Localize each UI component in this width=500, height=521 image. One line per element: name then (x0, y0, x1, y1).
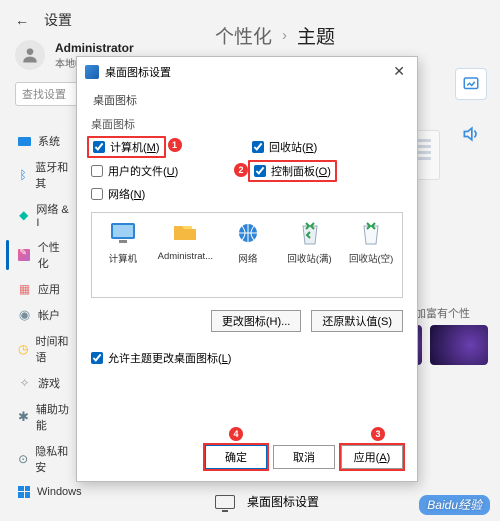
dialog-subtitle: 桌面图标 (77, 86, 417, 110)
breadcrumb-separator: › (282, 27, 287, 44)
sidebar-item-gaming[interactable]: ✧游戏 (0, 370, 80, 396)
image-icon[interactable] (455, 68, 487, 100)
settings-title: 设置 (44, 10, 72, 30)
network-icon: ◆ (18, 209, 29, 222)
dialog-icon (85, 65, 99, 79)
sidebar-item-time[interactable]: ◷时间和语 (0, 328, 80, 370)
volume-icon[interactable] (455, 118, 487, 150)
bluetooth-icon: ᛒ (18, 169, 28, 182)
breadcrumb-parent[interactable]: 个性化 (215, 22, 272, 49)
watermark: Baidu经验 (419, 495, 490, 515)
user-name: Administrator (55, 41, 134, 55)
time-icon: ◷ (18, 343, 28, 356)
desktop-icon-dialog: 桌面图标设置 ✕ 桌面图标 桌面图标 计算机(M) 1 回收站(R) 用户的文件… (76, 56, 418, 482)
system-icon (18, 135, 31, 148)
badge-1: 1 (168, 138, 182, 152)
icon-network[interactable]: 网络 (221, 219, 275, 265)
icon-recycle-empty[interactable]: 回收站(空) (344, 219, 398, 265)
breadcrumb-current: 主题 (297, 22, 335, 49)
restore-defaults-button[interactable]: 还原默认值(S) (311, 310, 403, 332)
sidebar-item-personalization[interactable]: 个性化 (0, 234, 80, 276)
checkbox-computer[interactable]: 计算机(M) 1 (91, 138, 242, 156)
close-icon[interactable]: ✕ (389, 63, 409, 80)
sidebar-item-windows[interactable]: Windows (0, 480, 80, 503)
sidebar-item-bluetooth[interactable]: ᛒ蓝牙和其 (0, 154, 80, 196)
sidebar-item-accessibility[interactable]: ✱辅助功能 (0, 396, 80, 438)
accounts-icon: ◉ (18, 309, 31, 322)
windows-icon (18, 485, 30, 498)
ok-button[interactable]: 确定 (205, 445, 267, 469)
monitor-icon (215, 495, 235, 509)
dialog-title: 桌面图标设置 (105, 64, 171, 80)
desktop-icon-settings-link[interactable]: 桌面图标设置 (215, 493, 319, 510)
sidebar-item-apps[interactable]: ▦应用 (0, 276, 80, 302)
back-arrow-icon[interactable]: ← (15, 12, 29, 28)
allow-theme-checkbox[interactable]: 允许主题更改桌面图标(L) (77, 336, 417, 372)
icon-preview-box: 计算机 Administrat... 网络 回收站(满) 回收站(空) (91, 212, 403, 298)
sidebar-item-privacy[interactable]: ⊙隐私和安 (0, 438, 80, 480)
privacy-icon: ⊙ (18, 453, 28, 466)
checkbox-recycle[interactable]: 回收站(R) (252, 138, 403, 156)
gaming-icon: ✧ (18, 377, 31, 390)
personalization-icon (18, 249, 31, 262)
checkbox-cpanel[interactable]: 2 控制面板(O) (252, 162, 403, 180)
avatar-icon (15, 40, 45, 70)
theme-thumb[interactable] (430, 325, 488, 365)
cancel-button[interactable]: 取消 (273, 445, 335, 469)
apply-button[interactable]: 应用(A) (341, 445, 403, 469)
icon-recycle-full[interactable]: 回收站(满) (283, 219, 337, 265)
checkbox-network[interactable]: 网络(N) (91, 186, 242, 202)
badge-4: 4 (229, 427, 243, 441)
sidebar-item-accounts[interactable]: ◉帐户 (0, 302, 80, 328)
badge-2: 2 (234, 163, 248, 177)
sidebar-item-system[interactable]: 系统 (0, 128, 80, 154)
icon-admin[interactable]: Administrat... (158, 219, 213, 262)
icon-computer[interactable]: 计算机 (96, 219, 150, 265)
checkbox-userfiles[interactable]: 用户的文件(U) (91, 162, 242, 180)
badge-3: 3 (371, 427, 385, 441)
sidebar-item-network[interactable]: ◆网络 & I (0, 196, 80, 234)
change-icon-button[interactable]: 更改图标(H)... (211, 310, 301, 332)
accessibility-icon: ✱ (18, 411, 29, 424)
apps-icon: ▦ (18, 283, 31, 296)
sidebar: 系统 ᛒ蓝牙和其 ◆网络 & I 个性化 ▦应用 ◉帐户 ◷时间和语 ✧游戏 ✱… (0, 128, 80, 503)
group-title: 桌面图标 (91, 116, 403, 132)
breadcrumb: 个性化 › 主题 (215, 22, 335, 49)
